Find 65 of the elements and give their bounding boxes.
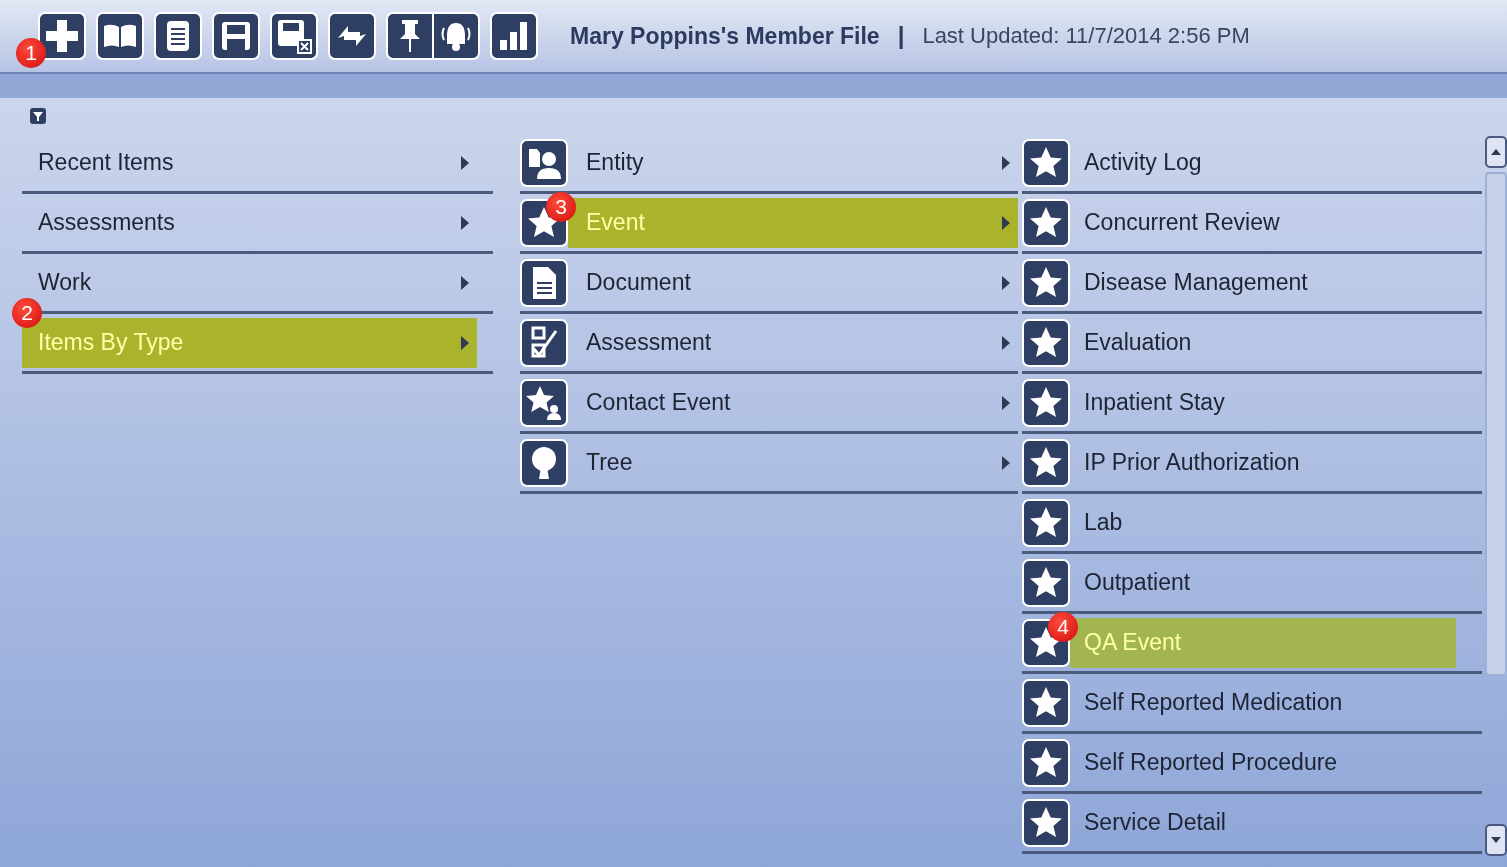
menu-item-label: Self Reported Procedure [1084, 749, 1339, 776]
menu-item-label: Self Reported Medication [1084, 689, 1344, 716]
menu-item[interactable]: Service Detail [1070, 797, 1456, 848]
menu-item[interactable]: Lab [1070, 497, 1456, 548]
menu-item-label: Event [586, 209, 646, 236]
menu-item-label: IP Prior Authorization [1084, 449, 1301, 476]
window-title: Mary Poppins's Member File [570, 22, 880, 50]
menu-item[interactable]: Document [568, 257, 1018, 308]
menu-item-label: Assessments [38, 209, 176, 236]
book-button[interactable] [96, 12, 144, 60]
menu-item[interactable]: Evaluation [1070, 317, 1456, 368]
menu-item-label: Activity Log [1084, 149, 1203, 176]
menu-item-label: Concurrent Review [1084, 209, 1281, 236]
menu-item-label: Contact Event [586, 389, 732, 416]
document-icon [520, 258, 568, 307]
menu-item-label: QA Event [1084, 629, 1183, 656]
menu-item-label: Document [586, 269, 692, 296]
menu-item-label: Items By Type [38, 329, 185, 356]
scroll-down-button[interactable] [1485, 824, 1507, 856]
tree-icon [520, 438, 568, 487]
menu-item-label: Inpatient Stay [1084, 389, 1226, 416]
menu-item[interactable]: Contact Event [568, 377, 1018, 428]
filter-icon[interactable] [30, 108, 46, 124]
up-arrow-icon [1491, 149, 1501, 155]
menu-item-label: Entity [586, 149, 645, 176]
menu-item[interactable]: Assessments [22, 197, 477, 248]
menu-item[interactable]: Self Reported Medication [1070, 677, 1456, 728]
menu-item-label: Work [38, 269, 93, 296]
save-button[interactable] [212, 12, 260, 60]
menu-item[interactable]: IP Prior Authorization [1070, 437, 1456, 488]
menu-item[interactable]: Recent Items [22, 137, 477, 188]
menu-item-label: Disease Management [1084, 269, 1309, 296]
menu-item[interactable]: Activity Log [1070, 137, 1456, 188]
entity-icon [520, 138, 568, 187]
notepad-button[interactable] [154, 12, 202, 60]
menu-item[interactable]: Self Reported Procedure [1070, 737, 1456, 788]
menu-item[interactable]: Assessment [568, 317, 1018, 368]
menu-item[interactable]: Entity [568, 137, 1018, 188]
down-arrow-icon [1491, 837, 1501, 843]
title-separator: | [897, 22, 905, 50]
scroll-thumb[interactable] [1485, 172, 1507, 676]
plus-button[interactable] [38, 12, 86, 60]
menu-item[interactable]: Tree [568, 437, 1018, 488]
assessment-icon [520, 318, 568, 367]
scroll-up-button[interactable] [1485, 136, 1507, 168]
menu-item-label: Tree [586, 449, 634, 476]
menu-item[interactable]: Outpatient [1070, 557, 1456, 608]
menu-item-label: Assessment [586, 329, 713, 356]
chart-button[interactable] [490, 12, 538, 60]
callout-number: 1 [16, 38, 46, 68]
menu-item-label: Outpatient [1084, 569, 1192, 596]
callout-number: 2 [12, 298, 42, 328]
menu-item[interactable]: Concurrent Review [1070, 197, 1456, 248]
menu-item[interactable]: Inpatient Stay [1070, 377, 1456, 428]
scrollbar[interactable] [1485, 136, 1507, 856]
contact-icon [520, 378, 568, 427]
save-close-button[interactable] [270, 12, 318, 60]
menu-item-label: Recent Items [38, 149, 175, 176]
menu-item-label: Service Detail [1084, 809, 1227, 836]
menu-item[interactable]: Disease Management [1070, 257, 1456, 308]
pin-bell-button[interactable] [386, 12, 480, 60]
menu-item-label: Evaluation [1084, 329, 1193, 356]
menu-item-label: Lab [1084, 509, 1124, 536]
refresh-button[interactable] [328, 12, 376, 60]
last-updated-text: Last Updated: 11/7/2014 2:56 PM [922, 23, 1250, 49]
